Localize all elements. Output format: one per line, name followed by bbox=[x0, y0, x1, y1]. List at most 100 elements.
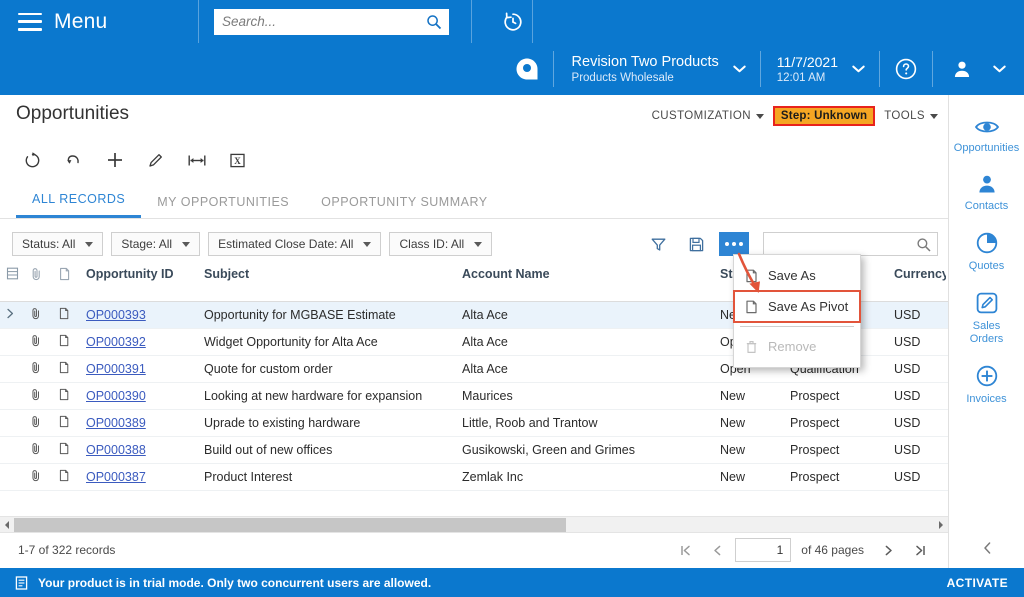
tools-menu[interactable]: TOOLS bbox=[884, 110, 938, 122]
scrollbar-thumb[interactable] bbox=[14, 517, 566, 532]
last-page-button[interactable] bbox=[906, 538, 934, 562]
ellipsis-icon-dot bbox=[739, 242, 743, 246]
last-page-icon bbox=[915, 545, 925, 555]
next-page-button[interactable] bbox=[874, 538, 902, 562]
refresh-button[interactable] bbox=[12, 143, 53, 177]
sidebar-item-invoices[interactable]: Invoices bbox=[949, 356, 1024, 416]
row-files-icon-cell[interactable] bbox=[22, 334, 50, 350]
help-button[interactable] bbox=[880, 43, 932, 95]
row-opportunity-id[interactable]: OP000389 bbox=[78, 416, 196, 430]
activate-link[interactable]: ACTIVATE bbox=[947, 576, 1008, 590]
row-files-icon-cell[interactable] bbox=[22, 388, 50, 404]
column-header-account-name[interactable]: Account Name bbox=[454, 260, 712, 281]
row-opportunity-id[interactable]: OP000393 bbox=[78, 308, 196, 322]
sidebar-item-contacts[interactable]: Contacts bbox=[949, 165, 1024, 223]
opportunity-link[interactable]: OP000391 bbox=[86, 362, 146, 376]
column-header-currency[interactable]: Currency bbox=[886, 260, 946, 281]
tab-all-records[interactable]: ALL RECORDS bbox=[16, 192, 142, 218]
excel-icon: X bbox=[230, 153, 245, 167]
note-page-icon bbox=[59, 307, 69, 320]
first-page-button[interactable] bbox=[671, 538, 699, 562]
filter-estimated-close-date[interactable]: Estimated Close Date: All bbox=[208, 232, 382, 256]
menu-item-save-as-pivot[interactable]: Save As Pivot bbox=[733, 290, 861, 323]
row-opportunity-id[interactable]: OP000392 bbox=[78, 335, 196, 349]
note-page-icon bbox=[59, 361, 69, 374]
menu-button[interactable]: Menu bbox=[0, 0, 198, 43]
status-badge[interactable]: Step: Unknown bbox=[772, 106, 876, 126]
menu-item-save-as[interactable]: Save As bbox=[734, 260, 860, 291]
company-selector[interactable]: Revision Two Products Products Wholesale bbox=[554, 43, 760, 95]
page-number-input[interactable] bbox=[735, 538, 792, 562]
row-opportunity-id[interactable]: OP000390 bbox=[78, 389, 196, 403]
scrollbar-track[interactable] bbox=[14, 517, 934, 532]
row-notes-icon-cell[interactable] bbox=[50, 469, 78, 485]
scroll-left-button[interactable] bbox=[0, 517, 14, 533]
row-notes-icon-cell[interactable] bbox=[50, 307, 78, 323]
edit-button[interactable] bbox=[135, 143, 176, 177]
scroll-right-button[interactable] bbox=[934, 517, 948, 533]
column-header-expand[interactable] bbox=[0, 260, 22, 283]
grid-search[interactable] bbox=[763, 232, 938, 256]
opportunity-link[interactable]: OP000390 bbox=[86, 389, 146, 403]
row-subject: Opportunity for MGBASE Estimate bbox=[204, 308, 396, 322]
row-notes-icon-cell[interactable] bbox=[50, 388, 78, 404]
opportunity-link[interactable]: OP000388 bbox=[86, 443, 146, 457]
row-expand-toggle[interactable] bbox=[0, 308, 22, 322]
row-notes-icon-cell[interactable] bbox=[50, 334, 78, 350]
trash-icon bbox=[746, 340, 757, 353]
filter-class-id[interactable]: Class ID: All bbox=[389, 232, 493, 256]
row-opportunity-id[interactable]: OP000387 bbox=[78, 470, 196, 484]
row-opportunity-id[interactable]: OP000391 bbox=[78, 362, 196, 376]
customization-menu[interactable]: CUSTOMIZATION bbox=[652, 110, 764, 122]
grid-horizontal-scrollbar[interactable] bbox=[0, 516, 948, 532]
row-opportunity-id[interactable]: OP000388 bbox=[78, 443, 196, 457]
row-files-icon-cell[interactable] bbox=[22, 307, 50, 323]
opportunity-link[interactable]: OP000387 bbox=[86, 470, 146, 484]
tab-my-opportunities[interactable]: MY OPPORTUNITIES bbox=[141, 195, 305, 218]
grid-search-input[interactable] bbox=[764, 233, 937, 255]
prev-page-button[interactable] bbox=[703, 538, 731, 562]
save-filter-button[interactable] bbox=[681, 231, 711, 257]
opportunity-link[interactable]: OP000393 bbox=[86, 308, 146, 322]
table-row[interactable]: OP000387 Product Interest Zemlak Inc New… bbox=[0, 464, 948, 491]
row-files-icon-cell[interactable] bbox=[22, 361, 50, 377]
company-branch: Products Wholesale bbox=[571, 71, 674, 84]
filter-stage[interactable]: Stage: All bbox=[111, 232, 201, 256]
sidebar-item-sales-orders[interactable]: Sales Orders bbox=[949, 283, 1024, 356]
row-notes-icon-cell[interactable] bbox=[50, 415, 78, 431]
sidebar-collapse-button[interactable] bbox=[949, 534, 1024, 562]
search-input[interactable] bbox=[214, 8, 449, 35]
opportunity-link[interactable]: OP000392 bbox=[86, 335, 146, 349]
column-header-notes[interactable] bbox=[50, 260, 78, 284]
filter-more-actions-button[interactable] bbox=[719, 232, 749, 256]
sidebar-item-opportunities[interactable]: Opportunities bbox=[949, 109, 1024, 165]
save-actions-menu: Save As Save As Pivot Remove bbox=[733, 254, 861, 368]
filter-settings-button[interactable] bbox=[643, 231, 673, 257]
recent-history-button[interactable] bbox=[494, 0, 532, 43]
row-files-icon-cell[interactable] bbox=[22, 442, 50, 458]
table-row[interactable]: OP000388 Build out of new offices Gusiko… bbox=[0, 437, 948, 464]
column-header-subject[interactable]: Subject bbox=[196, 260, 454, 281]
paperclip-icon bbox=[32, 362, 39, 374]
column-header-files[interactable] bbox=[22, 260, 50, 284]
opportunity-link[interactable]: OP000389 bbox=[86, 416, 146, 430]
hamburger-icon[interactable] bbox=[18, 12, 42, 31]
business-date-selector[interactable]: 11/7/2021 12:01 AM bbox=[761, 43, 879, 95]
table-row[interactable]: OP000390 Looking at new hardware for exp… bbox=[0, 383, 948, 410]
row-notes-icon-cell[interactable] bbox=[50, 442, 78, 458]
row-files-icon-cell[interactable] bbox=[22, 469, 50, 485]
undo-button[interactable] bbox=[53, 143, 94, 177]
filter-status[interactable]: Status: All bbox=[12, 232, 104, 256]
add-record-button[interactable] bbox=[94, 143, 135, 177]
fit-columns-button[interactable] bbox=[176, 143, 217, 177]
sidebar-item-label: Invoices bbox=[966, 393, 1007, 405]
table-row[interactable]: OP000389 Uprade to existing hardware Lit… bbox=[0, 410, 948, 437]
row-notes-icon-cell[interactable] bbox=[50, 361, 78, 377]
export-excel-button[interactable]: X bbox=[217, 143, 258, 177]
sidebar-item-quotes[interactable]: Quotes bbox=[949, 223, 1024, 283]
column-header-opportunity-id[interactable]: Opportunity ID bbox=[78, 260, 196, 281]
row-files-icon-cell[interactable] bbox=[22, 415, 50, 431]
global-search[interactable] bbox=[214, 8, 449, 35]
tab-opportunity-summary[interactable]: OPPORTUNITY SUMMARY bbox=[305, 195, 503, 218]
user-menu[interactable] bbox=[933, 43, 1024, 95]
